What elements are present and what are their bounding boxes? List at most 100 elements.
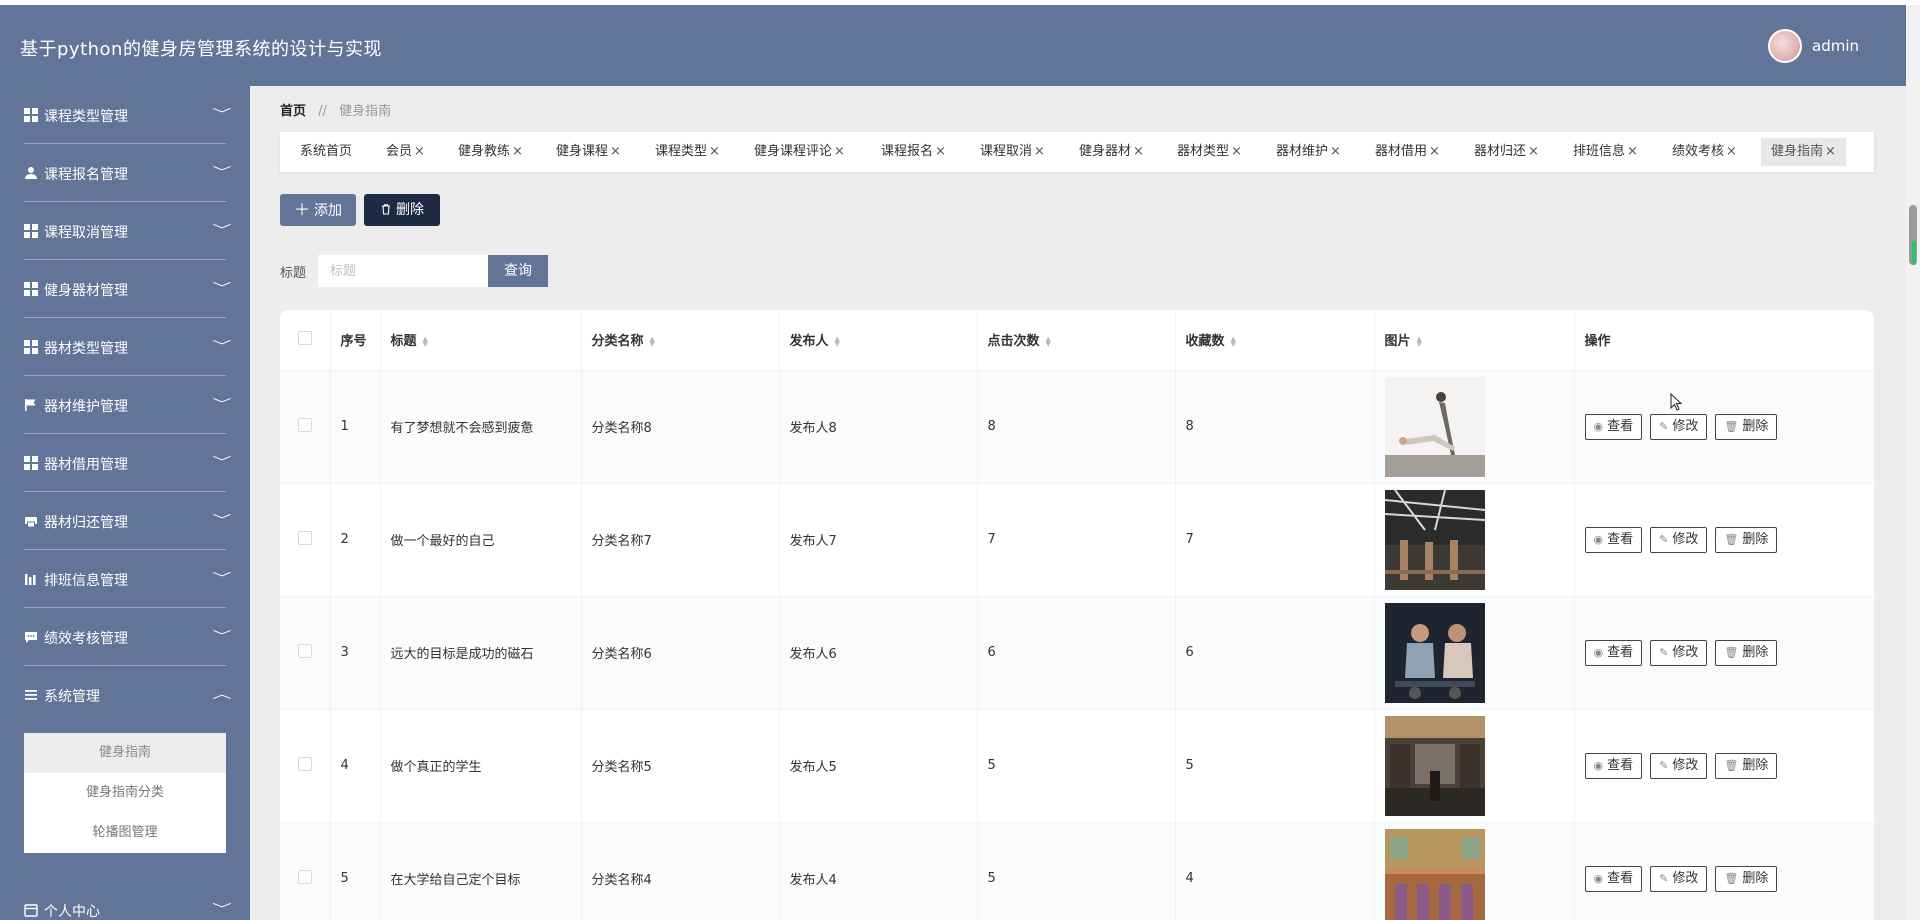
tab-tag[interactable]: 排班信息 × (1563, 138, 1648, 166)
batch-delete-button[interactable]: 删除 (364, 194, 440, 226)
tab-tag[interactable]: 绩效考核 × (1662, 138, 1747, 166)
sidebar-item[interactable]: 系统管理 ︿ (0, 666, 250, 724)
sort-icon[interactable]: ▲ ▼ (423, 335, 428, 347)
sidebar-item[interactable]: 器材类型管理 ﹀ (0, 318, 250, 376)
delete-button-label: 删除 (1742, 531, 1769, 547)
sidebar-item[interactable]: 器材归还管理 ﹀ (0, 492, 250, 550)
row-checkbox[interactable] (297, 756, 312, 771)
col-header-clicks[interactable]: 点击次数 ▲ ▼ (977, 310, 1176, 371)
avatar[interactable] (1768, 29, 1802, 63)
tab-tag[interactable]: 健身教练 × (448, 138, 533, 166)
row-checkbox[interactable] (297, 869, 312, 884)
delete-button[interactable]: 🗑 删除 (1715, 865, 1778, 892)
tab-tag[interactable]: 健身课程评论 × (744, 138, 855, 166)
edit-button[interactable]: ✎ 修改 (1650, 413, 1708, 440)
row-checkbox[interactable] (297, 417, 312, 432)
sidebar-item[interactable]: 绩效考核管理 ﹀ (0, 608, 250, 666)
row-checkbox[interactable] (297, 643, 312, 658)
close-icon[interactable]: × (1034, 144, 1045, 159)
sort-icon[interactable]: ▲ ▼ (1417, 335, 1422, 347)
thumbnail-image[interactable] (1384, 715, 1574, 816)
col-header-title[interactable]: 标题 ▲ ▼ (380, 310, 582, 371)
col-header-favs[interactable]: 收藏数 ▲ ▼ (1175, 310, 1375, 371)
tab-tag[interactable]: 健身器材 × (1069, 138, 1154, 166)
tab-tag[interactable]: 器材借用 × (1365, 138, 1450, 166)
add-button[interactable]: ＋添加 (280, 194, 356, 226)
row-checkbox[interactable] (297, 530, 312, 545)
col-header-index: 序号 (330, 310, 381, 371)
tab-tag[interactable]: 器材维护 × (1266, 138, 1351, 166)
sort-icon[interactable]: ▲ ▼ (650, 335, 655, 347)
cell-index: 5 (330, 822, 381, 920)
sidebar-item[interactable]: 健身器材管理 ﹀ (0, 260, 250, 318)
tab-tag[interactable]: 器材归还 × (1464, 138, 1549, 166)
close-icon[interactable]: × (1627, 144, 1638, 159)
tab-tag[interactable]: 健身指南 × (1761, 138, 1846, 166)
tab-tag[interactable]: 会员 × (376, 138, 435, 166)
breadcrumb-separator: // (318, 104, 327, 119)
sidebar-item-label: 课程类型管理 (44, 109, 128, 125)
view-button[interactable]: ◉ 查看 (1584, 865, 1643, 892)
col-header-category[interactable]: 分类名称 ▲ ▼ (581, 310, 780, 371)
sort-icon[interactable]: ▲ ▼ (835, 335, 840, 347)
thumbnail-image[interactable] (1384, 376, 1574, 477)
edit-button[interactable]: ✎ 修改 (1650, 865, 1708, 892)
close-icon[interactable]: × (1330, 144, 1341, 159)
sidebar-item[interactable]: 排班信息管理 ﹀ (0, 550, 250, 608)
tab-tag[interactable]: 课程取消 × (970, 138, 1055, 166)
thumbnail-image[interactable] (1384, 489, 1574, 590)
delete-button[interactable]: 🗑 删除 (1715, 526, 1778, 553)
sidebar-item[interactable]: 个人中心 ﹀ (0, 881, 250, 920)
select-all-checkbox[interactable] (297, 330, 312, 345)
view-button[interactable]: ◉ 查看 (1584, 639, 1643, 666)
table-row: 2 做一个最好的自己 分类名称7 发布人7 7 7 ◉ 查看 ✎ 修改 🗑 删除 (280, 483, 1874, 597)
search-input[interactable] (318, 255, 488, 287)
close-icon[interactable]: × (1429, 144, 1440, 159)
close-icon[interactable]: × (834, 144, 845, 159)
close-icon[interactable]: × (1133, 144, 1144, 159)
close-icon[interactable]: × (935, 144, 946, 159)
close-icon[interactable]: × (1825, 144, 1836, 159)
delete-button[interactable]: 🗑 删除 (1715, 639, 1778, 666)
submenu-item[interactable]: 轮播图管理 (24, 813, 226, 853)
sidebar-item[interactable]: 器材借用管理 ﹀ (0, 434, 250, 492)
col-header-image[interactable]: 图片 ▲ ▼ (1374, 310, 1575, 371)
thumbnail-image[interactable] (1384, 828, 1574, 920)
col-header-author[interactable]: 发布人 ▲ ▼ (779, 310, 978, 371)
sidebar-item[interactable]: 课程取消管理 ﹀ (0, 202, 250, 260)
close-icon[interactable]: × (1528, 144, 1539, 159)
tab-tag[interactable]: 健身课程 × (546, 138, 631, 166)
chevron-up-icon: ︿ (212, 687, 232, 701)
edit-button[interactable]: ✎ 修改 (1650, 752, 1708, 779)
edit-button[interactable]: ✎ 修改 (1650, 526, 1708, 553)
view-button[interactable]: ◉ 查看 (1584, 526, 1643, 553)
close-icon[interactable]: × (512, 144, 523, 159)
tab-tag[interactable]: 课程类型 × (645, 138, 730, 166)
sidebar-item[interactable]: 器材维护管理 ﹀ (0, 376, 250, 434)
view-button[interactable]: ◉ 查看 (1584, 413, 1643, 440)
close-icon[interactable]: × (709, 144, 720, 159)
thumbnail-image[interactable] (1384, 602, 1574, 703)
delete-button[interactable]: 🗑 删除 (1715, 413, 1778, 440)
tab-tag[interactable]: 课程报名 × (871, 138, 956, 166)
delete-button[interactable]: 🗑 删除 (1715, 752, 1778, 779)
breadcrumb-home[interactable]: 首页 (280, 104, 306, 119)
close-icon[interactable]: × (414, 144, 425, 159)
view-button[interactable]: ◉ 查看 (1584, 752, 1643, 779)
submenu-item[interactable]: 健身指南 (24, 733, 226, 773)
sidebar-item[interactable]: 课程报名管理 ﹀ (0, 144, 250, 202)
sidebar-item[interactable]: 课程类型管理 ﹀ (0, 86, 250, 144)
close-icon[interactable]: × (1231, 144, 1242, 159)
query-button[interactable]: 查询 (488, 255, 548, 287)
tab-tag[interactable]: 器材类型 × (1167, 138, 1252, 166)
edit-button[interactable]: ✎ 修改 (1650, 639, 1708, 666)
tab-tag[interactable]: 系统首页 (290, 138, 362, 166)
sort-icon[interactable]: ▲ ▼ (1231, 335, 1236, 347)
page-scrollbar[interactable] (1906, 5, 1920, 920)
submenu-item[interactable]: 健身指南分类 (24, 773, 226, 813)
edit-icon: ✎ (1659, 419, 1669, 433)
sort-icon[interactable]: ▲ ▼ (1046, 335, 1051, 347)
close-icon[interactable]: × (1726, 144, 1737, 159)
username-label[interactable]: admin (1812, 37, 1859, 55)
close-icon[interactable]: × (610, 144, 621, 159)
